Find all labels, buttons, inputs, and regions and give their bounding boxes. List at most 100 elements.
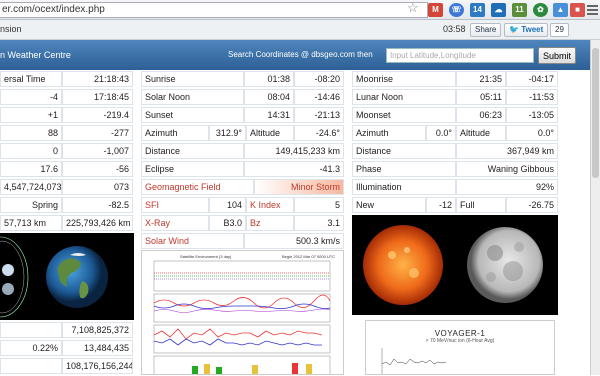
sun-azimuth-label: Azimuth bbox=[141, 125, 209, 141]
earth-image bbox=[0, 233, 134, 320]
left-table-cell: -1,007 bbox=[62, 143, 133, 159]
illumination-label: Illumination bbox=[352, 179, 456, 195]
left-table-cell: 57,713 km bbox=[0, 215, 62, 231]
sun-row-offset: -21:13 bbox=[294, 107, 344, 123]
left-table-cell: 17:18:45 bbox=[62, 89, 133, 105]
illumination-value: 92% bbox=[456, 179, 558, 195]
left-table-cell: 073 bbox=[62, 179, 133, 195]
bottom-left-cell: 13,484,435 bbox=[62, 340, 133, 356]
earth-orbit-graphic bbox=[0, 236, 108, 318]
moon-azimuth-label: Azimuth bbox=[352, 125, 426, 141]
k-index-label: K Index bbox=[246, 197, 294, 213]
sun-distance-label: Distance bbox=[141, 143, 244, 159]
globe-icon[interactable]: ☏ bbox=[449, 3, 464, 17]
voyager-panel: VOYAGER-1 > 70 MeV/nuc ion (6-Hour Avg) bbox=[365, 320, 555, 375]
pin-icon[interactable]: ▲ bbox=[553, 3, 568, 17]
sun-row-label: Sunset bbox=[141, 107, 244, 123]
bookmark-star-icon[interactable]: ☆ bbox=[407, 0, 419, 16]
moon-row-time: 05:11 bbox=[456, 89, 506, 105]
voyager-title: VOYAGER-1 bbox=[434, 329, 486, 338]
share-button[interactable]: Share bbox=[470, 23, 502, 37]
sun-azimuth-value: 312.9° bbox=[209, 125, 246, 141]
search-label: Search Coordinates @ dbsgeo.com then bbox=[228, 50, 373, 59]
tweet-count: 29 bbox=[550, 23, 569, 37]
left-table-cell: -277 bbox=[62, 125, 133, 141]
geomagnetic-status: Minor Storm bbox=[254, 179, 344, 195]
moon-row-time: 21:35 bbox=[456, 71, 506, 87]
moon-row-offset: -11:53 bbox=[506, 89, 558, 105]
moon-row-time: 06:23 bbox=[456, 107, 506, 123]
sun-row-offset: -14:46 bbox=[294, 89, 344, 105]
badge-icon[interactable]: 11 bbox=[512, 3, 527, 17]
phase-value: Waning Gibbous bbox=[456, 161, 558, 177]
sun-image bbox=[352, 215, 455, 315]
phase-label: Phase bbox=[352, 161, 456, 177]
left-table-cell: 88 bbox=[0, 125, 62, 141]
coordinate-input[interactable] bbox=[386, 48, 534, 63]
extension-label: nsion bbox=[0, 24, 22, 34]
browser-toolbar: er.com/ocext/index.php ☆ M ☏ 14 ☁ 11 ✿ ▲… bbox=[0, 0, 600, 20]
moon-distance-label: Distance bbox=[352, 143, 456, 159]
bottom-left-cell bbox=[0, 322, 62, 338]
moon-row-offset: -13:05 bbox=[506, 107, 558, 123]
sun-row-label: Solar Noon bbox=[141, 89, 244, 105]
scrollbar-thumb[interactable] bbox=[592, 48, 599, 178]
k-index-value: 5 bbox=[294, 197, 344, 213]
satellite-plot: Satellite Environment (3 day) Begin 2012… bbox=[153, 254, 335, 374]
sun-row-offset: -08:20 bbox=[294, 71, 344, 87]
calendar-icon[interactable]: 14 bbox=[470, 3, 485, 17]
tweet-button[interactable]: 🐦 Tweet bbox=[504, 23, 549, 37]
sun-distance-value: 149,415,233 km bbox=[244, 143, 344, 159]
moon-distance-value: 367,949 km bbox=[456, 143, 558, 159]
xray-label: X-Ray bbox=[141, 215, 209, 231]
menu-icon[interactable] bbox=[587, 3, 598, 16]
bz-label: Bz bbox=[246, 215, 294, 231]
cloud-icon[interactable]: ☁ bbox=[491, 3, 506, 17]
moon-image bbox=[455, 215, 558, 315]
bottom-left-cell bbox=[0, 358, 62, 374]
sun-row-time: 08:04 bbox=[244, 89, 294, 105]
satellite-environment-chart: Satellite Environment (3 day) Begin 2012… bbox=[141, 250, 344, 375]
bz-value: 3.1 bbox=[294, 215, 344, 231]
stop-icon[interactable]: ■ bbox=[570, 3, 585, 17]
left-table-cell: -4 bbox=[0, 89, 62, 105]
leaf-icon[interactable]: ✿ bbox=[533, 3, 548, 17]
eclipse-label: Eclipse bbox=[141, 161, 244, 177]
twitter-bird-icon: 🐦 bbox=[509, 25, 519, 34]
left-table-cell: 21:18:43 bbox=[62, 71, 133, 87]
moon-graphic bbox=[467, 227, 543, 303]
left-table-cell: 17.6 bbox=[0, 161, 62, 177]
new-moon-value: -12 bbox=[426, 197, 456, 213]
moon-row-offset: -04:17 bbox=[506, 71, 558, 87]
full-moon-value: -26.75 bbox=[506, 197, 558, 213]
sun-altitude-label: Altitude bbox=[246, 125, 294, 141]
site-header: n Weather Centre Search Coordinates @ db… bbox=[0, 40, 590, 70]
eclipse-value: -41.3 bbox=[244, 161, 344, 177]
sun-graphic bbox=[363, 225, 443, 305]
sfi-value: 104 bbox=[209, 197, 246, 213]
left-table-cell: ersal Time bbox=[0, 71, 62, 87]
graph-begin: Begin 2012 Mar 07 0000 UTC bbox=[282, 254, 335, 259]
address-bar[interactable]: er.com/ocext/index.php bbox=[0, 2, 428, 18]
moon-azimuth-value: 0.0° bbox=[426, 125, 456, 141]
bottom-left-cell: 0.22% bbox=[0, 340, 62, 356]
moon-row-label: Moonrise bbox=[352, 71, 456, 87]
moon-row-label: Lunar Noon bbox=[352, 89, 456, 105]
left-table-cell: -82.5 bbox=[62, 197, 133, 213]
left-table-cell: 225,793,426 km bbox=[62, 215, 133, 231]
gmail-icon[interactable]: M bbox=[428, 3, 443, 17]
sun-row-time: 14:31 bbox=[244, 107, 294, 123]
solar-wind-label: Solar Wind bbox=[141, 233, 244, 249]
geomagnetic-label: Geomagnetic Field bbox=[141, 179, 254, 195]
submit-button[interactable]: Submit bbox=[538, 47, 576, 64]
bottom-left-cell: 7,108,825,372 bbox=[62, 322, 133, 338]
sun-row-time: 01:38 bbox=[244, 71, 294, 87]
left-table-cell: 4,547,724,073 bbox=[0, 179, 62, 195]
tweet-label: Tweet bbox=[521, 25, 544, 34]
extension-bar: nsion 03:58 Share 🐦 Tweet 29 bbox=[0, 20, 600, 40]
sun-row-label: Sunrise bbox=[141, 71, 244, 87]
new-moon-label: New bbox=[352, 197, 426, 213]
scrollbar[interactable] bbox=[590, 40, 600, 375]
moon-altitude-label: Altitude bbox=[456, 125, 506, 141]
moon-altitude-value: 0.0° bbox=[506, 125, 558, 141]
